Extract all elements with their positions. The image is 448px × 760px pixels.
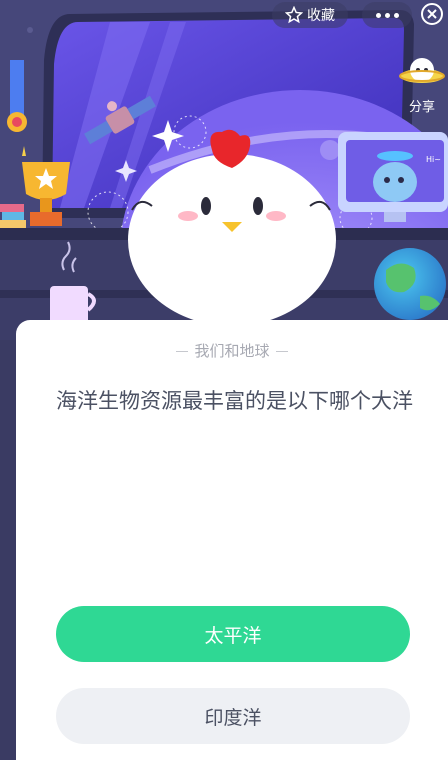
answer-option-2-label: 印度洋 bbox=[204, 706, 262, 729]
illustration-header: Hi~ 收藏 分享 bbox=[0, 0, 448, 340]
monitor-text: Hi~ bbox=[426, 155, 441, 164]
space-room-illustration: Hi~ bbox=[0, 0, 448, 340]
close-icon bbox=[421, 3, 443, 25]
share-label: 分享 bbox=[408, 100, 435, 115]
favorite-label: 收藏 bbox=[307, 8, 335, 24]
more-button[interactable] bbox=[362, 2, 412, 28]
close-button[interactable] bbox=[420, 2, 446, 28]
question-category: 我们和地球 bbox=[16, 340, 448, 361]
star-icon bbox=[285, 6, 303, 24]
answer-option-2[interactable]: 印度洋 bbox=[56, 688, 410, 744]
category-label: 我们和地球 bbox=[194, 342, 270, 360]
answer-option-1[interactable]: 太平洋 bbox=[56, 606, 410, 662]
favorite-button[interactable]: 收藏 bbox=[272, 2, 348, 28]
more-icon bbox=[375, 12, 381, 18]
answer-option-1-label: 太平洋 bbox=[204, 624, 262, 647]
quiz-card: 我们和地球 海洋生物资源最丰富的是以下哪个大洋 太平洋 印度洋 bbox=[16, 320, 448, 760]
question-text: 海洋生物资源最丰富的是以下哪个大洋 bbox=[56, 389, 413, 413]
share-icon bbox=[399, 58, 445, 83]
share-button[interactable]: 分享 bbox=[398, 52, 446, 116]
